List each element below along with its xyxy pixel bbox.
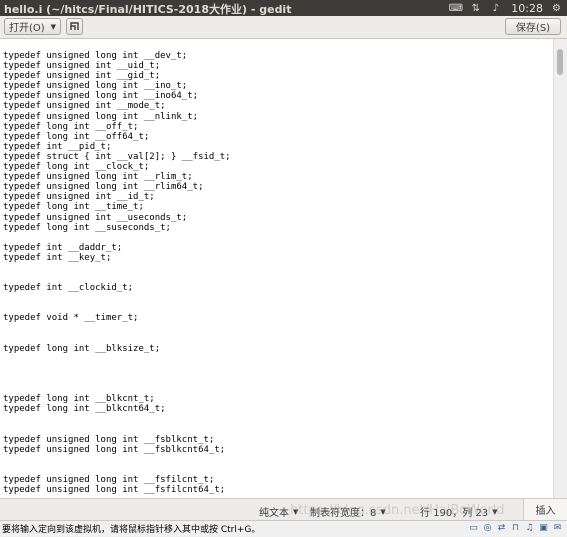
volume-icon[interactable]: ♪: [489, 3, 502, 14]
code-text[interactable]: typedef unsigned long int __dev_t; typed…: [0, 39, 553, 495]
open-button[interactable]: 打开(O) ▼: [4, 18, 61, 35]
vm-device-icons: ▭ ◎ ⇄ ⊓ ♫ ▣ ✉: [468, 523, 563, 534]
scrollbar-thumb[interactable]: [557, 49, 563, 75]
text-editor[interactable]: typedef unsigned long int __dev_t; typed…: [0, 39, 553, 498]
chevron-down-icon: ▼: [380, 507, 386, 516]
chevron-down-icon: ▼: [293, 507, 299, 516]
message-icon[interactable]: ✉: [552, 523, 563, 534]
status-bar: 纯文本 ▼ 制表符宽度：8 ▼ 行 190，列 23 ▼ 插入: [0, 498, 567, 521]
toolbar: 打开(O) ▼ 保存(S): [0, 16, 567, 39]
insert-mode-indicator: 插入: [523, 499, 567, 520]
keyboard-icon[interactable]: ⌨: [449, 3, 463, 14]
chevron-down-icon: ▼: [492, 507, 498, 516]
vertical-scrollbar[interactable]: [553, 39, 567, 498]
usb-icon[interactable]: ⊓: [510, 523, 521, 534]
clock[interactable]: 10:28: [511, 2, 543, 15]
top-panel: hello.i (~/hitcs/Final/HITICS-2018大作业) -…: [0, 0, 567, 16]
tab-width-selector[interactable]: 制表符宽度：8 ▼: [310, 504, 386, 520]
gear-icon[interactable]: ⚙: [550, 3, 563, 14]
vm-input-hint: 要将输入定向到该虚拟机，请将鼠标指针移入其中或按 Ctrl+G。: [2, 525, 261, 535]
tab-width-label: 制表符宽度：8: [310, 508, 377, 519]
open-button-label: 打开(O): [9, 23, 45, 34]
vm-status-bar: 要将输入定向到该虚拟机，请将鼠标指针移入其中或按 Ctrl+G。 ▭ ◎ ⇄ ⊓…: [0, 520, 567, 537]
system-tray: ⌨ ⇅ ♪ 10:28 ⚙: [449, 0, 563, 16]
display-icon[interactable]: ▣: [538, 523, 549, 534]
cd-icon[interactable]: ◎: [482, 523, 493, 534]
new-tab-button[interactable]: [66, 18, 83, 35]
network-adapter-icon[interactable]: ⇄: [496, 523, 507, 534]
cursor-position[interactable]: 行 190，列 23 ▼: [420, 504, 498, 520]
network-icon[interactable]: ⇅: [469, 3, 482, 14]
new-document-icon: [70, 22, 79, 30]
cursor-position-label: 行 190，列 23: [420, 508, 489, 519]
hard-disk-icon[interactable]: ▭: [468, 523, 479, 534]
chevron-down-icon: ▼: [50, 22, 56, 31]
save-button[interactable]: 保存(S): [505, 18, 561, 35]
language-selector[interactable]: 纯文本 ▼: [259, 504, 299, 520]
window-title: hello.i (~/hitcs/Final/HITICS-2018大作业) -…: [4, 3, 292, 16]
language-label: 纯文本: [259, 508, 289, 519]
sound-icon[interactable]: ♫: [524, 523, 535, 534]
